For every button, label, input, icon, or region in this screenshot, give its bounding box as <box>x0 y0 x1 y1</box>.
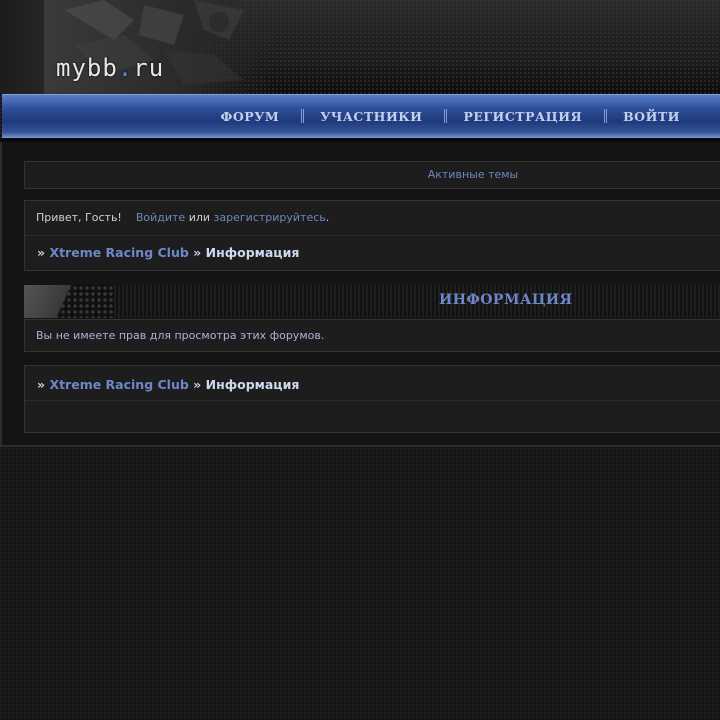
title-bar-stripes <box>114 285 720 318</box>
breadcrumb-bottom: » Xtreme Racing Club » Информация <box>37 377 299 392</box>
register-link[interactable]: зарегистрируйтесь <box>214 211 326 224</box>
breadcrumb-separator: » <box>193 377 202 392</box>
site-logo[interactable]: mybb.ru <box>56 54 164 82</box>
nav-forum[interactable]: ФОРУМ <box>221 109 280 124</box>
welcome-box: Привет, Гость! Войдите или зарегистрируй… <box>24 200 720 271</box>
breadcrumb-current: Информация <box>205 245 300 260</box>
nav-register[interactable]: РЕГИСТРАЦИЯ <box>463 109 582 124</box>
title-bar-slant <box>24 285 124 318</box>
active-topics-link[interactable]: Активные темы <box>25 168 720 181</box>
main-content: Активные темы Привет, Гость! Войдите или… <box>0 142 720 447</box>
logo-tld: ru <box>133 54 165 82</box>
permission-message: Вы не имеете прав для просмотра этих фор… <box>36 329 325 342</box>
greeting-text: Привет, Гость! <box>36 211 122 224</box>
message-box: Вы не имеете прав для просмотра этих фор… <box>24 319 720 352</box>
welcome-line: Привет, Гость! Войдите или зарегистрируй… <box>36 211 329 224</box>
breadcrumb-current: Информация <box>205 377 300 392</box>
logo-dot: . <box>117 54 134 82</box>
divider <box>25 400 720 401</box>
nav-separator <box>301 109 305 123</box>
breadcrumb-forum-link[interactable]: Xtreme Racing Club <box>49 245 188 260</box>
main-navbar: ФОРУМ УЧАСТНИКИ РЕГИСТРАЦИЯ ВОЙТИ <box>2 94 720 139</box>
section-title: ИНФОРМАЦИЯ <box>439 292 573 308</box>
or-text: или <box>188 211 211 224</box>
breadcrumb-separator: » <box>37 245 46 260</box>
bottom-breadcrumb-box: » Xtreme Racing Club » Информация <box>24 365 720 433</box>
breadcrumb-forum-link[interactable]: Xtreme Racing Club <box>49 377 188 392</box>
nav-items: ФОРУМ УЧАСТНИКИ РЕГИСТРАЦИЯ ВОЙТИ <box>221 105 680 127</box>
breadcrumb-separator: » <box>37 377 46 392</box>
login-link[interactable]: Войдите <box>136 211 185 224</box>
nav-separator <box>604 109 608 123</box>
site-header: mybb.ru <box>0 0 720 94</box>
active-topics-box: Активные темы <box>24 161 720 189</box>
section-title-bar: ИНФОРМАЦИЯ <box>24 285 720 318</box>
logo-main: mybb <box>56 54 118 82</box>
nav-separator <box>444 109 448 123</box>
breadcrumb-separator: » <box>193 245 202 260</box>
period-text: . <box>325 211 330 224</box>
nav-members[interactable]: УЧАСТНИКИ <box>320 109 422 124</box>
nav-login[interactable]: ВОЙТИ <box>623 109 680 124</box>
divider <box>25 235 720 236</box>
breadcrumb: » Xtreme Racing Club » Информация <box>37 245 299 260</box>
header-left-strip <box>0 0 45 94</box>
